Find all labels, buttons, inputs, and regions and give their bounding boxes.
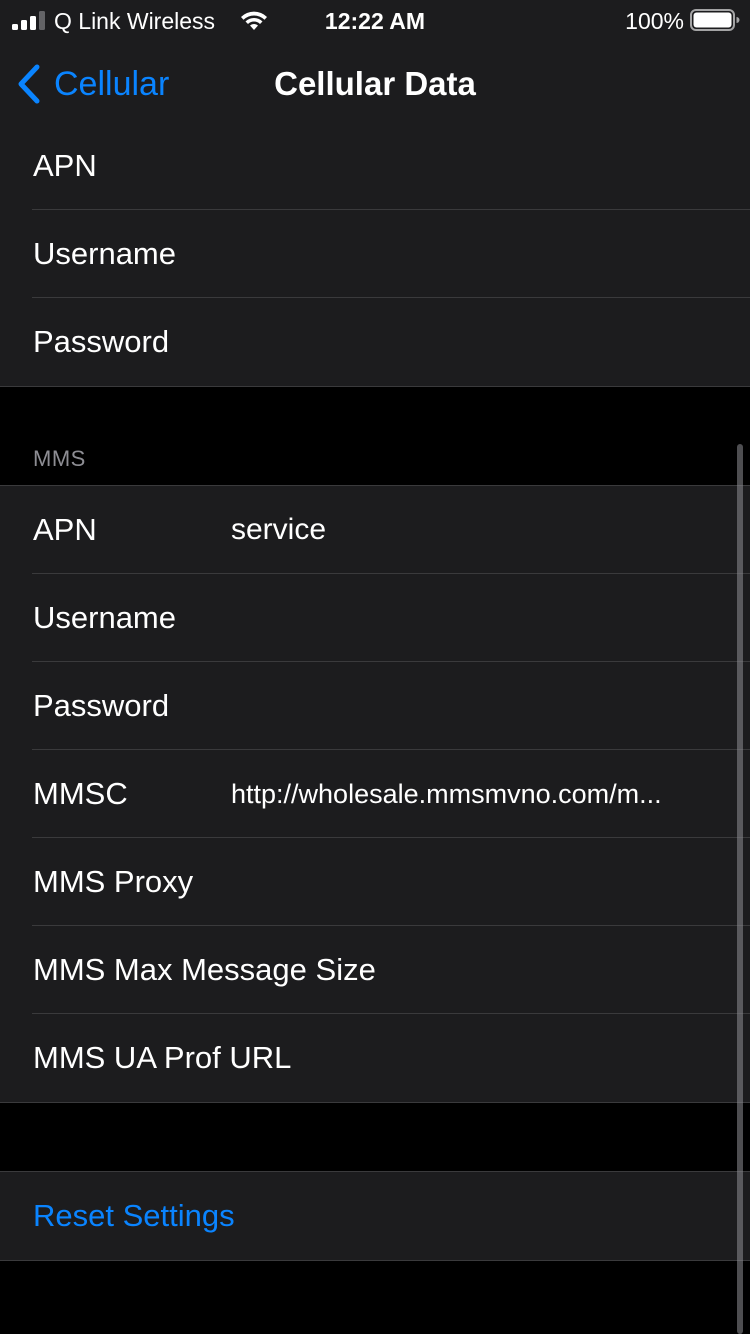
navigation-bar: Cellular Cellular Data <box>0 40 750 129</box>
mms-max-message-size-row[interactable]: MMS Max Message Size <box>0 926 750 1014</box>
mms-apn-field[interactable]: service <box>231 513 694 547</box>
row-label: Password <box>33 324 170 359</box>
row-label: MMS UA Prof URL <box>33 1040 292 1075</box>
scroll-indicator[interactable] <box>737 444 743 1334</box>
reset-group: Reset Settings <box>0 1171 750 1261</box>
battery-percent: 100% <box>625 8 684 34</box>
row-label: MMSC <box>33 776 128 811</box>
row-label: Username <box>33 600 176 635</box>
row-label: MMS Proxy <box>33 864 194 899</box>
page-title: Cellular Data <box>274 65 476 102</box>
row-label: APN <box>33 148 97 183</box>
cellular-data-group: APN Username Password <box>0 122 750 387</box>
mms-section-header: MMS <box>33 446 86 471</box>
cellular-username-row[interactable]: Username <box>0 210 750 298</box>
cellular-apn-row[interactable]: APN <box>0 122 750 210</box>
row-label: Username <box>33 236 176 271</box>
mms-username-row[interactable]: Username <box>0 574 750 662</box>
battery-icon <box>690 9 740 31</box>
mms-group: APN service Username Password MMSC http:… <box>0 485 750 1103</box>
mms-mmsc-row[interactable]: MMSC http://wholesale.mmsmvno.com/m... <box>0 750 750 838</box>
mms-mmsc-field[interactable]: http://wholesale.mmsmvno.com/m... <box>231 779 694 810</box>
mms-ua-prof-url-row[interactable]: MMS UA Prof URL <box>0 1014 750 1102</box>
row-label: MMS Max Message Size <box>33 952 376 987</box>
row-label: APN <box>33 512 97 547</box>
mms-password-row[interactable]: Password <box>0 662 750 750</box>
reset-settings-label: Reset Settings <box>33 1198 235 1233</box>
mms-apn-row[interactable]: APN service <box>0 486 750 574</box>
mms-proxy-row[interactable]: MMS Proxy <box>0 838 750 926</box>
status-bar: Q Link Wireless 12:22 AM 100% <box>0 0 750 40</box>
row-label: Password <box>33 688 170 723</box>
reset-settings-button[interactable]: Reset Settings <box>0 1172 750 1260</box>
cellular-password-row[interactable]: Password <box>0 298 750 386</box>
